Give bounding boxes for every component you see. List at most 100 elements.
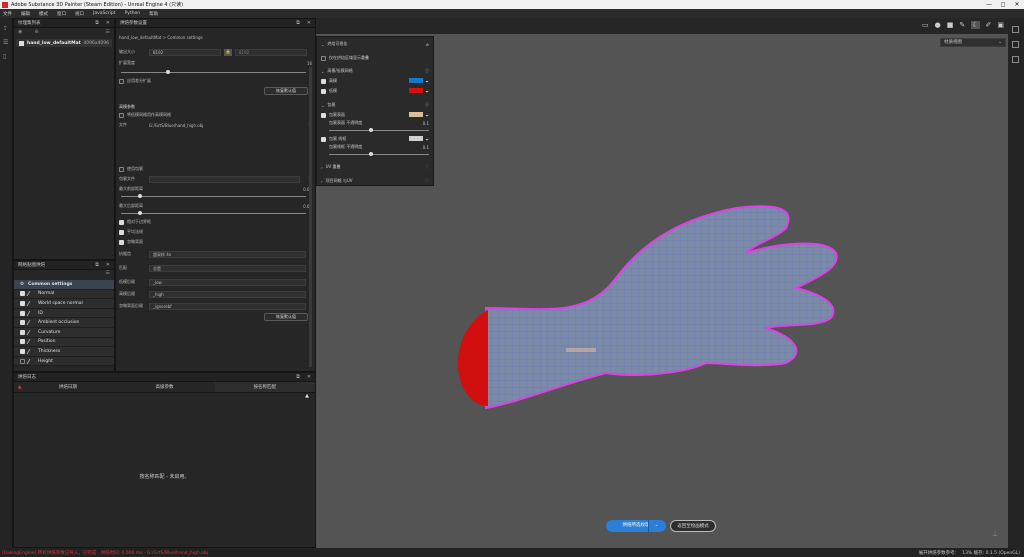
float-icon[interactable]: ⧉	[296, 20, 300, 26]
max-frontal-slider-handle[interactable]	[138, 194, 142, 198]
map-checkbox[interactable]	[20, 320, 25, 326]
output-size-select[interactable]: 8192	[149, 48, 221, 56]
texture-set-item[interactable]: hand_low_defaultMat 4096x4096	[16, 39, 112, 47]
low-suffix-input[interactable]: _low	[149, 278, 306, 286]
menu-file[interactable]: 文件	[3, 11, 12, 17]
shelf-icon[interactable]: ☰	[3, 40, 10, 46]
ignore-suffix-input[interactable]: _ignorebf	[149, 302, 306, 310]
low-poly-checkbox[interactable]	[321, 88, 326, 94]
reset-defaults-button[interactable]: 恢复默认值	[264, 87, 308, 95]
menu-viewport[interactable]: 视口	[75, 11, 84, 17]
tab-match-by-name[interactable]: 按名称匹配	[214, 382, 315, 392]
minimize-button[interactable]: —	[982, 1, 996, 8]
layers-icon[interactable]	[1012, 26, 1019, 33]
max-rear-slider[interactable]	[121, 213, 306, 214]
float-icon[interactable]: ⧉	[95, 262, 99, 268]
cage-surface-checkbox[interactable]	[321, 112, 326, 118]
close-icon[interactable]: ✕	[106, 20, 110, 26]
dilation-slider-handle[interactable]	[166, 70, 170, 74]
menu-edit[interactable]: 编辑	[21, 11, 30, 17]
eyedropper-icon[interactable]: ✒	[426, 113, 429, 118]
menu-help[interactable]: 帮助	[149, 11, 158, 17]
max-frontal-slider[interactable]	[121, 196, 306, 197]
dilation-slider[interactable]	[121, 72, 306, 73]
output-size-select-2[interactable]: 8192	[235, 48, 307, 56]
mesh-file-path[interactable]: G:/GrtS/Blue/hand_high.obj	[149, 123, 203, 128]
settings-icon[interactable]	[1012, 56, 1019, 63]
menu-python[interactable]: Python	[125, 11, 141, 16]
apply-diff-checkbox[interactable]	[119, 78, 124, 84]
export-icon[interactable]: ⇪	[3, 26, 10, 32]
paint-icon[interactable]: ✐	[986, 21, 992, 29]
material-sphere-icon[interactable]: ●	[935, 21, 941, 29]
cage-wire-opacity-slider-handle[interactable]	[369, 152, 373, 156]
info-icon[interactable]: ⓘ	[425, 178, 429, 184]
cage-wire-checkbox[interactable]	[321, 136, 326, 142]
close-icon[interactable]: ✕	[307, 374, 311, 380]
tab-bake-log[interactable]: ▲ 烘焙日期	[14, 382, 114, 392]
info-icon[interactable]: ⓘ	[425, 164, 429, 170]
use-low-as-high-checkbox[interactable]	[119, 112, 124, 118]
high-poly-checkbox[interactable]	[321, 78, 326, 84]
close-icon[interactable]: ✕	[106, 262, 110, 268]
cage-surface-color-swatch[interactable]	[409, 112, 423, 117]
eye-icon[interactable]: ◉	[18, 29, 22, 35]
ignore-backface-checkbox[interactable]	[119, 239, 124, 245]
map-checkbox[interactable]	[20, 291, 25, 297]
match-select[interactable]: 总是	[149, 264, 306, 272]
menu-javascript[interactable]: JavaScript	[93, 11, 116, 16]
bake-options-chevron[interactable]: ⌄	[648, 520, 664, 532]
map-world-space-normal[interactable]: World space normal	[14, 299, 114, 309]
menu-mode[interactable]: 模式	[39, 11, 48, 17]
map-curvature[interactable]: Curvature	[14, 327, 114, 338]
high-suffix-input[interactable]: _high	[149, 290, 306, 298]
map-normal[interactable]: Normal	[14, 289, 114, 300]
eyedropper-icon[interactable]: ✒	[426, 137, 429, 142]
high-poly-color-swatch[interactable]	[409, 78, 423, 83]
map-checkbox[interactable]	[20, 310, 25, 316]
antialiasing-select[interactable]: 超采样 4x	[149, 250, 306, 258]
cage-wire-opacity-slider[interactable]	[329, 154, 429, 155]
project-mesh-title[interactable]: 项目网格 与UV	[326, 178, 353, 184]
map-height[interactable]: Height	[14, 356, 114, 367]
visibility-off-icon[interactable]: ⊘	[426, 42, 429, 47]
reset-defaults-button-2[interactable]: 恢复默认值	[264, 313, 308, 321]
menu-icon[interactable]: ☰	[106, 29, 110, 35]
info-icon[interactable]: ⓘ	[425, 102, 429, 108]
cage-opacity-slider-handle[interactable]	[369, 128, 373, 132]
menu-icon[interactable]: ☰	[106, 270, 110, 276]
max-rear-slider-handle[interactable]	[138, 211, 142, 215]
cage-wire-color-swatch[interactable]	[409, 136, 423, 141]
add-icon[interactable]: ⊕	[34, 29, 38, 35]
map-common-settings[interactable]: ⚙ Common settings	[14, 280, 114, 290]
map-checkbox[interactable]	[20, 348, 25, 354]
menu-window[interactable]: 窗口	[57, 11, 66, 17]
view-mode-select[interactable]: 材质视图 ⌄	[940, 38, 1006, 47]
maximize-button[interactable]: ◻	[996, 1, 1010, 8]
map-checkbox[interactable]	[20, 329, 25, 335]
float-icon[interactable]: ⧉	[95, 20, 99, 26]
map-checkbox[interactable]	[20, 358, 25, 364]
visibility-checkbox[interactable]	[19, 40, 24, 46]
map-id[interactable]: ID	[14, 308, 114, 319]
camera-icon[interactable]: ■	[947, 21, 954, 29]
lock-icon[interactable]: 🔒	[224, 48, 232, 56]
map-position[interactable]: Position	[14, 337, 114, 348]
relative-bbox-checkbox[interactable]	[119, 219, 124, 225]
bake-mode-icon[interactable]: ☾	[971, 21, 980, 29]
map-thickness[interactable]: Thickness	[14, 347, 114, 357]
float-icon[interactable]: ⧉	[296, 374, 300, 380]
close-icon[interactable]: ✕	[307, 20, 311, 26]
cage-opacity-slider[interactable]	[329, 130, 429, 131]
folder-icon[interactable]: ▭	[922, 21, 929, 29]
eyedropper-icon[interactable]: ✒	[426, 89, 429, 94]
properties-icon[interactable]	[1012, 41, 1019, 48]
cage-file-input[interactable]	[149, 175, 300, 183]
use-cage-checkbox[interactable]	[119, 166, 124, 172]
average-normals-checkbox[interactable]	[119, 229, 124, 235]
trash-icon[interactable]: ▯	[3, 54, 10, 60]
map-ambient-occlusion[interactable]: Ambient occlusion	[14, 318, 114, 328]
overlap-only-checkbox[interactable]	[321, 55, 326, 61]
scrollbar[interactable]	[309, 67, 312, 367]
low-poly-color-swatch[interactable]	[409, 88, 423, 93]
